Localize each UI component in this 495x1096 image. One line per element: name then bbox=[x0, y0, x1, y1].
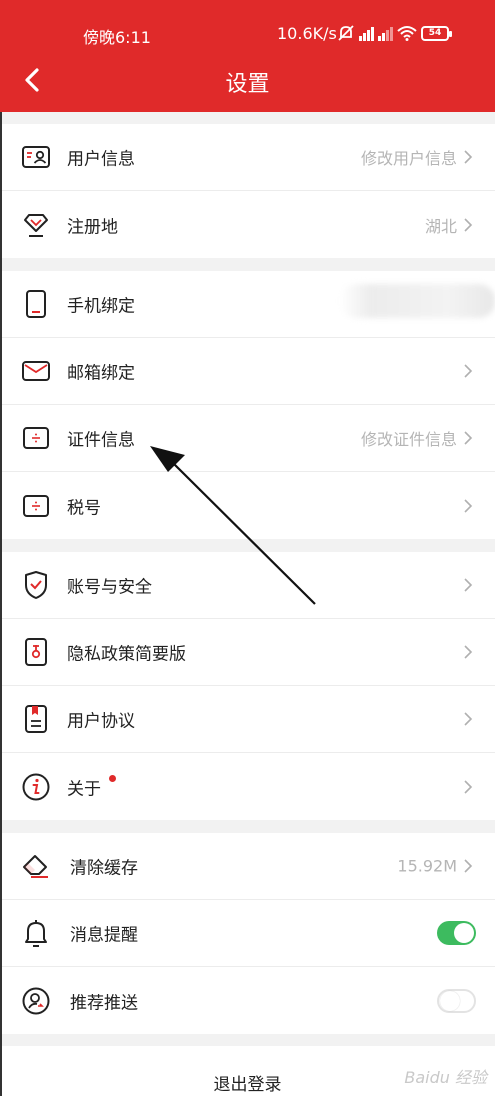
row-label: 消息提醒 bbox=[70, 925, 138, 946]
settings-group-1: 用户信息 修改用户信息 注册地 湖北 bbox=[0, 124, 495, 258]
row-clear-cache[interactable]: 清除缓存 15.92M bbox=[0, 833, 495, 900]
row-user-agreement[interactable]: 用户协议 bbox=[0, 686, 495, 753]
document-icon bbox=[20, 422, 52, 454]
row-label: 用户协议 bbox=[67, 711, 135, 732]
user-push-icon bbox=[20, 985, 52, 1017]
left-edge bbox=[0, 112, 2, 1096]
signal-icon bbox=[359, 25, 374, 41]
row-value: 15.92M bbox=[397, 856, 457, 876]
toggle-knob bbox=[440, 990, 460, 1011]
chevron-right-icon bbox=[464, 150, 473, 164]
chevron-right-icon bbox=[464, 578, 473, 592]
eraser-icon bbox=[20, 850, 52, 882]
row-user-info[interactable]: 用户信息 修改用户信息 bbox=[0, 124, 495, 191]
status-icons: 54 bbox=[337, 24, 452, 42]
chevron-right-icon bbox=[464, 364, 473, 378]
row-label: 清除缓存 bbox=[70, 858, 138, 879]
status-time: 傍晚6:11 bbox=[83, 28, 151, 47]
agreement-doc-icon bbox=[20, 703, 52, 735]
document-icon bbox=[20, 490, 52, 522]
chevron-right-icon bbox=[464, 779, 473, 794]
id-card-icon bbox=[20, 141, 52, 173]
wifi-icon bbox=[397, 26, 417, 41]
envelope-icon bbox=[20, 355, 52, 387]
message-reminder-toggle[interactable] bbox=[437, 921, 476, 945]
row-label: 手机绑定 bbox=[67, 296, 135, 317]
recommend-push-toggle[interactable] bbox=[437, 988, 476, 1013]
row-label: 账号与安全 bbox=[67, 577, 152, 598]
shield-icon bbox=[20, 569, 52, 601]
baidu-watermark: Baidu 经验 bbox=[404, 1068, 487, 1087]
mute-bell-icon bbox=[338, 25, 354, 41]
row-email-binding[interactable]: 邮箱绑定 bbox=[0, 338, 495, 405]
privacy-doc-icon bbox=[20, 636, 52, 668]
bell-icon bbox=[20, 917, 52, 949]
row-id-info[interactable]: 证件信息 修改证件信息 bbox=[0, 405, 495, 472]
diamond-location-icon bbox=[20, 209, 52, 241]
chevron-right-icon bbox=[464, 859, 473, 873]
row-message-reminder: 消息提醒 bbox=[0, 900, 495, 967]
status-bar: 傍晚6:11 10.6K/s 54 bbox=[0, 22, 495, 47]
chevron-right-icon bbox=[464, 645, 473, 659]
row-value: 湖北 bbox=[424, 216, 457, 236]
row-label: 隐私政策简要版 bbox=[67, 644, 186, 665]
row-value: 修改证件信息 bbox=[360, 430, 457, 449]
row-label: 注册地 bbox=[67, 217, 118, 237]
info-icon bbox=[20, 771, 52, 803]
battery-icon: 54 bbox=[421, 25, 452, 41]
chevron-right-icon bbox=[464, 217, 473, 232]
title-bar: 傍晚6:11 10.6K/s 54 设置 bbox=[0, 0, 495, 112]
row-label: 用户信息 bbox=[67, 149, 135, 170]
row-label: 推荐推送 bbox=[70, 993, 138, 1013]
notification-dot bbox=[109, 775, 116, 782]
chevron-right-icon bbox=[464, 431, 473, 445]
network-speed: 10.6K/s bbox=[277, 24, 337, 43]
row-tax-number[interactable]: 税号 bbox=[0, 472, 495, 539]
row-label: 税号 bbox=[67, 498, 101, 518]
settings-group-4: 清除缓存 15.92M 消息提醒 推荐推送 bbox=[0, 833, 495, 1034]
redacted-phone-value bbox=[340, 284, 495, 318]
signal-icon-2 bbox=[378, 25, 393, 41]
row-recommend-push: 推荐推送 bbox=[0, 967, 495, 1034]
phone-icon bbox=[20, 288, 52, 320]
row-account-security[interactable]: 账号与安全 bbox=[0, 552, 495, 619]
row-value: 修改用户信息 bbox=[360, 149, 457, 168]
chevron-right-icon bbox=[464, 498, 473, 513]
row-registration[interactable]: 注册地 湖北 bbox=[0, 191, 495, 258]
toggle-knob bbox=[454, 923, 474, 943]
settings-group-3: 账号与安全 隐私政策简要版 用户协议 关于 bbox=[0, 552, 495, 820]
row-label: 关于 bbox=[67, 779, 101, 799]
chevron-right-icon bbox=[464, 712, 473, 726]
row-label: 证件信息 bbox=[67, 430, 135, 451]
row-about[interactable]: 关于 bbox=[0, 753, 495, 820]
row-privacy-policy[interactable]: 隐私政策简要版 bbox=[0, 619, 495, 686]
row-label: 邮箱绑定 bbox=[67, 363, 135, 384]
page-title: 设置 bbox=[225, 72, 270, 97]
